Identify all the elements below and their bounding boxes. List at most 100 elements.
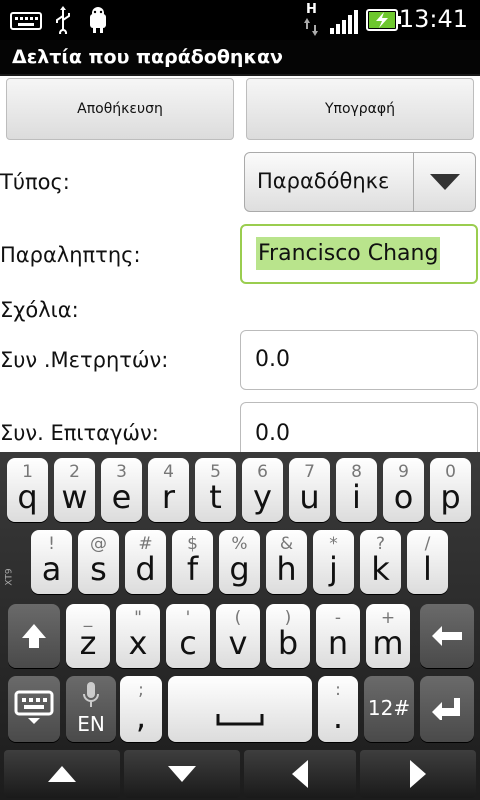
comma-key[interactable]: ; , xyxy=(120,676,162,742)
xt9-label: XT9 xyxy=(4,568,15,586)
arrow-left-icon xyxy=(292,760,308,788)
arrow-up-key[interactable] xyxy=(4,750,120,798)
comments-label: Σχόλια: xyxy=(0,298,79,322)
title-bar: Δελτία που παράδοθηκαν xyxy=(0,40,480,76)
key-o[interactable]: 9o xyxy=(383,458,424,522)
battery-charging-icon xyxy=(366,9,401,31)
key-letter: m xyxy=(372,624,404,662)
key-e[interactable]: 3e xyxy=(101,458,142,522)
usb-icon xyxy=(56,6,70,34)
key-letter: w xyxy=(61,478,88,516)
numbers-key[interactable]: 12# xyxy=(364,676,414,742)
key-r[interactable]: 4r xyxy=(148,458,189,522)
chevron-down-icon[interactable] xyxy=(413,153,475,211)
key-letter: z xyxy=(79,624,97,662)
key-letter: p xyxy=(440,478,461,516)
shift-key[interactable] xyxy=(8,604,60,668)
key-g[interactable]: % g xyxy=(219,530,260,594)
meters-input-value: 0.0 xyxy=(255,347,290,372)
keyboard-toggle-key[interactable] xyxy=(8,676,60,742)
meters-input[interactable]: 0.0 xyxy=(240,330,478,390)
clock-time: 13:41 xyxy=(398,5,468,33)
arrow-right-icon xyxy=(410,760,426,788)
key-letter: g xyxy=(229,550,250,588)
key-l[interactable]: / l xyxy=(407,530,448,594)
key-letter: a xyxy=(41,550,62,588)
key-h[interactable]: & h xyxy=(266,530,307,594)
orders-input-value: 0.0 xyxy=(255,421,290,446)
key-m[interactable]: + m xyxy=(366,604,410,668)
key-d[interactable]: # d xyxy=(125,530,166,594)
network-type-label: H xyxy=(306,2,317,17)
key-letter: y xyxy=(253,478,272,516)
type-label: Τύπος: xyxy=(0,170,70,194)
enter-key[interactable] xyxy=(420,676,474,742)
signal-strength-icon xyxy=(330,10,358,34)
page-title: Δελτία που παράδοθηκαν xyxy=(12,46,283,68)
arrow-down-key[interactable] xyxy=(124,750,240,798)
key-t[interactable]: 5t xyxy=(195,458,236,522)
meters-label: Συν .Μετρητών: xyxy=(0,348,169,372)
key-x[interactable]: " x xyxy=(116,604,160,668)
key-w[interactable]: 2w xyxy=(54,458,95,522)
key-s[interactable]: @ s xyxy=(78,530,119,594)
voice-language-key[interactable]: EN xyxy=(66,676,116,742)
type-dropdown-value: Παραδόθηκε xyxy=(257,169,390,193)
space-key[interactable] xyxy=(168,676,312,742)
key-letter: t xyxy=(209,478,222,516)
period-key[interactable]: : . xyxy=(318,676,358,742)
key-u[interactable]: 7u xyxy=(289,458,330,522)
type-dropdown[interactable]: Παραδόθηκε xyxy=(244,152,476,212)
arrow-up-icon xyxy=(48,766,76,782)
key-letter: r xyxy=(161,478,176,516)
key-k[interactable]: ? k xyxy=(360,530,401,594)
key-j[interactable]: * j xyxy=(313,530,354,594)
key-z[interactable]: _ z xyxy=(66,604,110,668)
key-letter: k xyxy=(371,550,390,588)
status-bar: H 13:41 xyxy=(0,0,480,40)
key-letter: f xyxy=(186,550,199,588)
orders-label: Συν. Επιταγών: xyxy=(0,421,159,445)
key-letter: n xyxy=(327,624,349,662)
key-letter: x xyxy=(128,624,148,662)
key-letter: q xyxy=(17,478,38,516)
key-n[interactable]: -n xyxy=(316,604,360,668)
keyboard-status-icon xyxy=(10,12,42,30)
key-b[interactable]: ) b xyxy=(266,604,310,668)
key-a[interactable]: ! a xyxy=(31,530,72,594)
key-letter: b xyxy=(277,624,299,662)
key-letter: c xyxy=(179,624,197,662)
backspace-key[interactable] xyxy=(420,604,474,668)
key-f[interactable]: $ f xyxy=(172,530,213,594)
arrow-right-key[interactable] xyxy=(360,750,476,798)
key-letter: h xyxy=(276,550,297,588)
microphone-icon xyxy=(83,682,99,707)
key-letter: j xyxy=(329,550,338,588)
key-y[interactable]: 6y xyxy=(242,458,283,522)
recipient-input[interactable]: Francisco Chang xyxy=(240,224,478,284)
arrow-down-icon xyxy=(168,766,196,782)
key-v[interactable]: (v xyxy=(216,604,260,668)
signature-button-label: Υπογραφή xyxy=(324,101,396,117)
save-button-label: Αποθήκευση xyxy=(77,101,163,117)
arrow-left-key[interactable] xyxy=(244,750,356,798)
key-i[interactable]: 8i xyxy=(336,458,377,522)
language-label: EN xyxy=(77,712,105,736)
save-button[interactable]: Αποθήκευση xyxy=(6,78,234,140)
key-letter: v xyxy=(228,624,248,662)
orders-input[interactable]: 0.0 xyxy=(240,402,478,452)
key-c[interactable]: ' c xyxy=(166,604,210,668)
android-debug-icon xyxy=(90,7,106,33)
recipient-label: Παραληπτης: xyxy=(0,243,141,267)
signature-button[interactable]: Υπογραφή xyxy=(246,78,474,140)
key-letter: u xyxy=(299,478,320,516)
recipient-input-value: Francisco Chang xyxy=(256,237,441,270)
key-p[interactable]: 0p xyxy=(430,458,471,522)
key-letter: d xyxy=(135,550,156,588)
key-letter: l xyxy=(423,550,432,588)
data-arrows-icon xyxy=(304,18,318,36)
key-q[interactable]: 1q xyxy=(7,458,48,522)
key-letter: s xyxy=(90,550,107,588)
key-letter: o xyxy=(393,478,414,516)
key-letter: i xyxy=(352,478,361,516)
